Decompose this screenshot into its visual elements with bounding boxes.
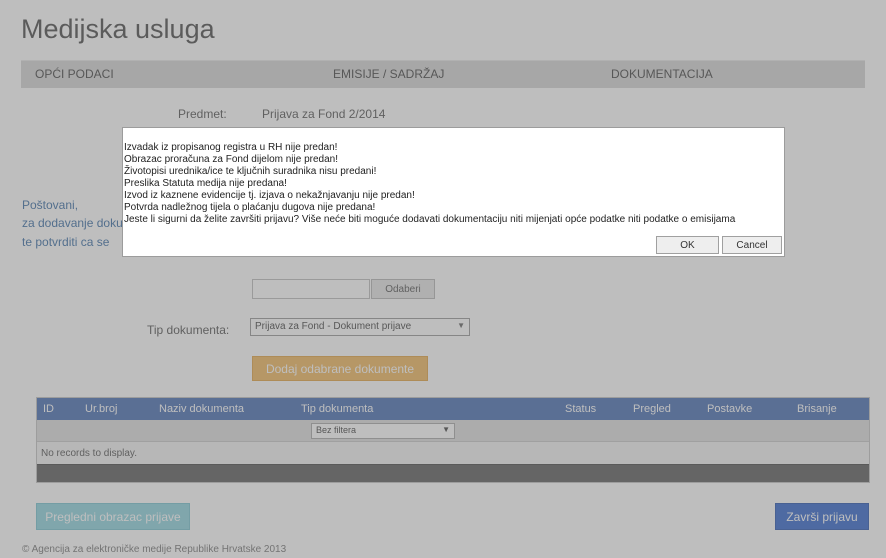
dialog-confirm-question: Jeste li sigurni da želite završiti prij…	[124, 214, 736, 225]
dialog-message-line: Preslika Statuta medija nije predana!	[124, 178, 287, 189]
dialog-message-line: Potvrda nadležnog tijela o plaćanju dugo…	[124, 202, 376, 213]
modal-overlay: Izvadak iz propisanog registra u RH nije…	[0, 0, 886, 558]
dialog-message-line: Životopisi urednika/ice te ključnih sura…	[124, 166, 377, 177]
dialog-message-line: Izvod iz kaznene evidencije tj. izjava o…	[124, 190, 415, 201]
cancel-button[interactable]: Cancel	[722, 236, 782, 254]
ok-button[interactable]: OK	[656, 236, 719, 254]
dialog-message-line: Izvadak iz propisanog registra u RH nije…	[124, 142, 338, 153]
confirm-dialog: Izvadak iz propisanog registra u RH nije…	[122, 127, 785, 257]
dialog-message-line: Obrazac proračuna za Fond dijelom nije p…	[124, 154, 339, 165]
